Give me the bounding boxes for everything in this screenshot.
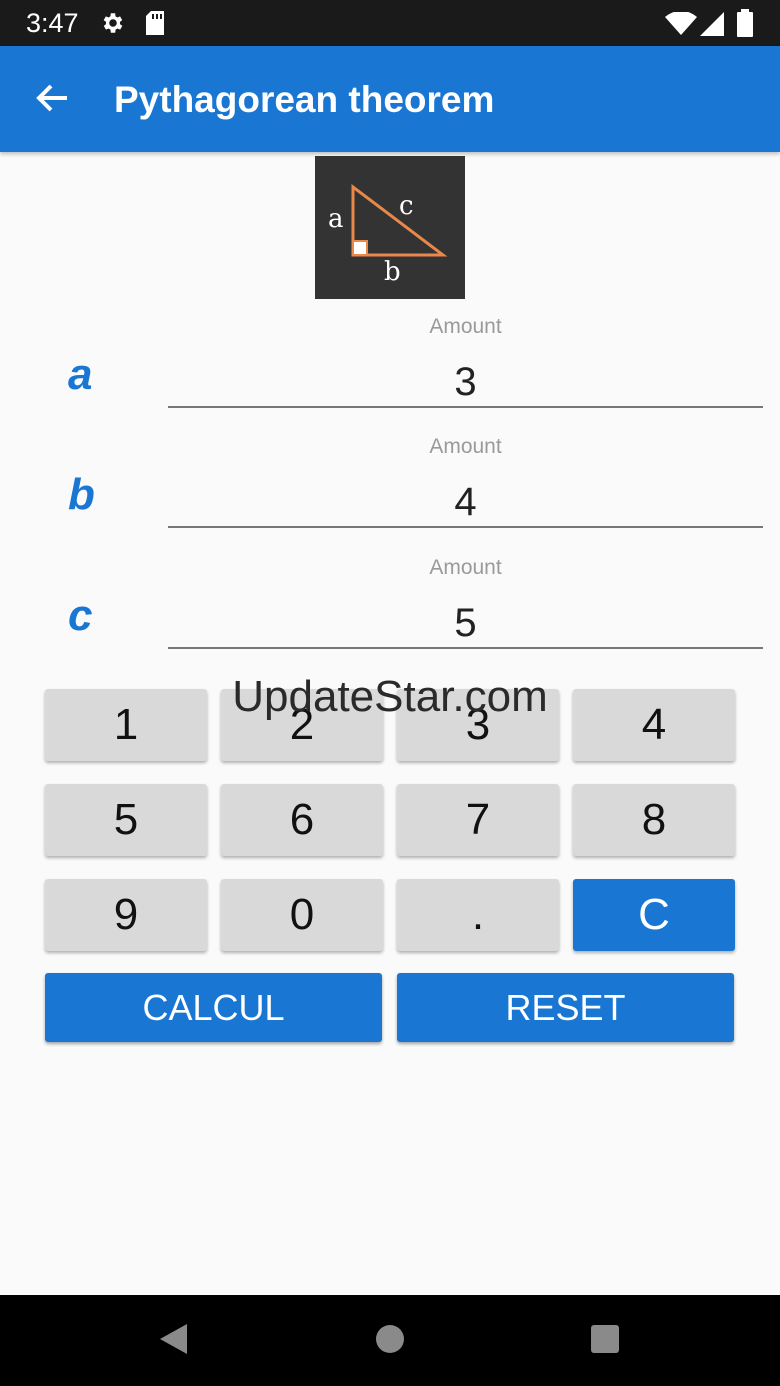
key-8[interactable]: 8 [573,784,735,856]
field-a-label: a [68,350,93,399]
reset-button[interactable]: RESET [397,973,734,1042]
battery-icon [737,9,753,42]
sd-card-icon [144,10,166,41]
diagram-label-b: b [384,257,401,287]
field-b-input[interactable] [168,478,763,528]
key-3[interactable]: 3 [397,689,559,761]
gear-icon [100,10,126,41]
key-6[interactable]: 6 [221,784,383,856]
arrow-left-icon [35,83,69,118]
key-7[interactable]: 7 [397,784,559,856]
field-a-hint: Amount [429,315,502,338]
key-clear[interactable]: C [573,879,735,951]
key-0[interactable]: 0 [221,879,383,951]
calcul-button[interactable]: CALCUL [45,973,382,1042]
nav-bar [0,1295,780,1386]
key-decimal[interactable]: . [397,879,559,951]
back-triangle-icon [157,1322,189,1361]
status-time: 3:47 [26,8,79,38]
recents-square-icon [590,1324,620,1359]
app-bar: Pythagorean theorem [0,46,780,152]
diagram-label-c: c [399,191,414,221]
wifi-icon [665,10,697,41]
back-button[interactable] [28,78,76,122]
key-4[interactable]: 4 [573,689,735,761]
nav-recents-button[interactable] [583,1319,627,1363]
status-bar: 3:47 [0,0,780,46]
nav-back-button[interactable] [151,1319,195,1363]
signal-icon [700,12,724,41]
diagram-label-a: a [328,204,344,234]
field-c-input[interactable] [168,599,763,649]
field-c-hint: Amount [429,556,502,579]
key-1[interactable]: 1 [45,689,207,761]
page-title: Pythagorean theorem [114,79,495,120]
field-a-input[interactable] [168,358,763,408]
triangle-diagram: a c b [315,156,465,299]
key-5[interactable]: 5 [45,784,207,856]
home-circle-icon [375,1324,405,1359]
key-9[interactable]: 9 [45,879,207,951]
field-b-hint: Amount [429,435,502,458]
nav-home-button[interactable] [368,1319,412,1363]
field-b-label: b [68,470,95,519]
key-2[interactable]: 2 [221,689,383,761]
field-c-label: c [68,591,93,640]
